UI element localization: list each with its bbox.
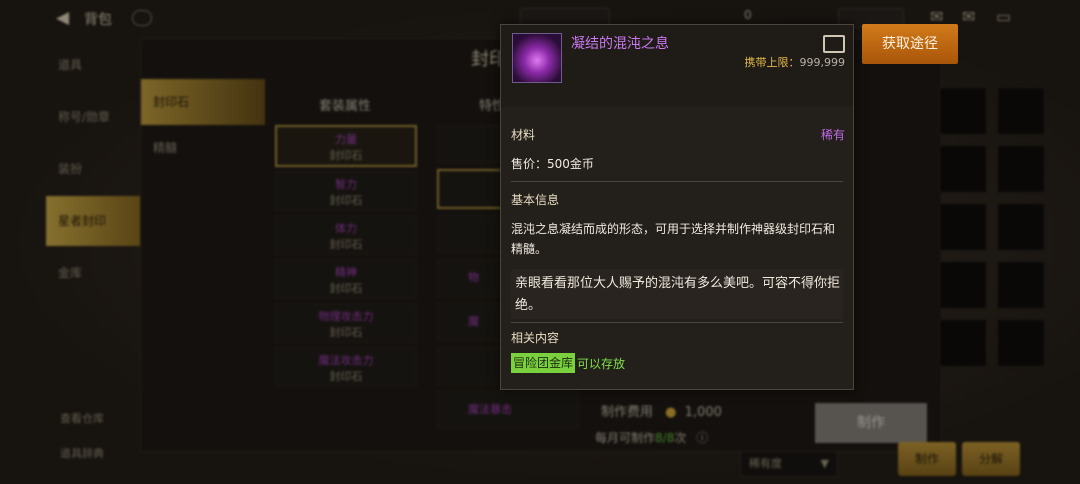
- grid-slot[interactable]: [997, 319, 1045, 367]
- left-nav: 道具 称号/勋章 装扮 星者封印 金库: [46, 40, 142, 300]
- set-item[interactable]: 魔法攻击力 封印石: [275, 347, 417, 387]
- nav-item-titles[interactable]: 称号/勋章: [46, 92, 142, 142]
- flavor-text: 亲眼看看那位大人赐予的混沌有多么美吧。可容不得你拒绝。: [515, 276, 841, 313]
- sub-tab-essence[interactable]: 精髓: [141, 125, 265, 171]
- divider: [511, 181, 843, 182]
- set-item[interactable]: 精神 封印石: [275, 259, 417, 299]
- nav-item-items[interactable]: 道具: [46, 40, 142, 90]
- rarity-select[interactable]: 稀有度 ▼: [740, 451, 838, 477]
- link-view-storage[interactable]: 查看仓库: [60, 410, 104, 426]
- divider: [511, 322, 843, 323]
- help-icon[interactable]: ⓘ: [696, 431, 708, 445]
- set-item[interactable]: 力量 封印石: [275, 125, 417, 167]
- nav-item-vault[interactable]: 金库: [46, 248, 142, 298]
- vault-tag-note: 可以存放: [577, 357, 626, 371]
- cost-row: 制作费用 ● 1,000: [601, 401, 722, 420]
- nav-item-avatar[interactable]: 装扮: [46, 144, 142, 194]
- set-item[interactable]: 智力 封印石: [275, 171, 417, 211]
- share-icon[interactable]: [823, 35, 845, 53]
- vault-tag: 冒险团金库: [511, 353, 576, 373]
- grid-slot[interactable]: [939, 87, 987, 135]
- item-name: 凝结的混沌之息: [571, 36, 669, 52]
- grid-slot[interactable]: [939, 203, 987, 251]
- set-list: 力量 封印石 智力 封印石 体力 封印石 精神 封印石 物理攻击力 封印石 魔法攻击力 封印…: [275, 125, 417, 391]
- set-item[interactable]: 物理攻击力 封印石: [275, 303, 417, 343]
- set-item[interactable]: 体力 封印石: [275, 215, 417, 255]
- item-rarity: 稀有: [820, 128, 845, 142]
- grid-slot[interactable]: [939, 261, 987, 309]
- disassemble-button[interactable]: 分解: [962, 442, 1020, 476]
- tooltip-header: 凝结的混沌之息 携带上限：999,999: [501, 25, 853, 107]
- nav-item-seal[interactable]: 星者封印: [46, 196, 142, 246]
- grid-slot[interactable]: [939, 319, 987, 367]
- grid-slot[interactable]: [997, 203, 1045, 251]
- related-title: 相关内容: [511, 331, 560, 345]
- grid-slot[interactable]: [997, 261, 1045, 309]
- cost-label: 制作费用: [601, 405, 654, 420]
- sub-nav: 封印石 精髓: [141, 79, 265, 171]
- coin-icon: ●: [665, 405, 677, 420]
- craft-button[interactable]: 制作: [815, 403, 927, 443]
- monthly-limit: 每月可制作8/8次 ⓘ: [595, 431, 709, 445]
- item-price: 售价：500金币: [511, 157, 594, 171]
- cost-value: 1,000: [684, 405, 722, 420]
- monthly-count: 8/8: [655, 431, 675, 445]
- set-attr-header: 套装属性: [319, 99, 372, 114]
- page-title: 背包: [84, 12, 112, 28]
- item-category: 材料: [511, 128, 536, 142]
- grid-slot[interactable]: [997, 145, 1045, 193]
- flavor-text-box: 亲眼看看那位大人赐予的混沌有多么美吧。可容不得你拒绝。: [511, 269, 843, 319]
- sub-tab-seal-stone[interactable]: 封印石: [141, 79, 265, 125]
- carry-limit: 携带上限：999,999: [744, 56, 846, 69]
- back-arrow-icon[interactable]: ◀: [56, 8, 69, 28]
- item-tooltip: 凝结的混沌之息 携带上限：999,999 材料 稀有 售价：500金币 基本信息…: [500, 24, 854, 390]
- feature-item[interactable]: 魔法暴击: [437, 391, 579, 429]
- chaos-breath-item-icon: [512, 33, 562, 83]
- grid-slot[interactable]: [939, 145, 987, 193]
- basic-info-title: 基本信息: [511, 193, 560, 207]
- bottom-craft-button[interactable]: 制作: [898, 442, 956, 476]
- chat-icon[interactable]: ▭: [996, 7, 1011, 26]
- link-item-dictionary[interactable]: 道具辞典: [60, 445, 104, 461]
- chevron-down-icon: ▼: [820, 457, 829, 470]
- grid-slot[interactable]: [997, 87, 1045, 135]
- eye-icon[interactable]: [132, 10, 152, 26]
- get-route-button[interactable]: 获取途径: [862, 24, 958, 64]
- message-icon[interactable]: ✉: [962, 7, 975, 26]
- item-description: 混沌之息凝结而成的形态，可用于选择并制作神器级封印石和精髓。: [511, 222, 836, 256]
